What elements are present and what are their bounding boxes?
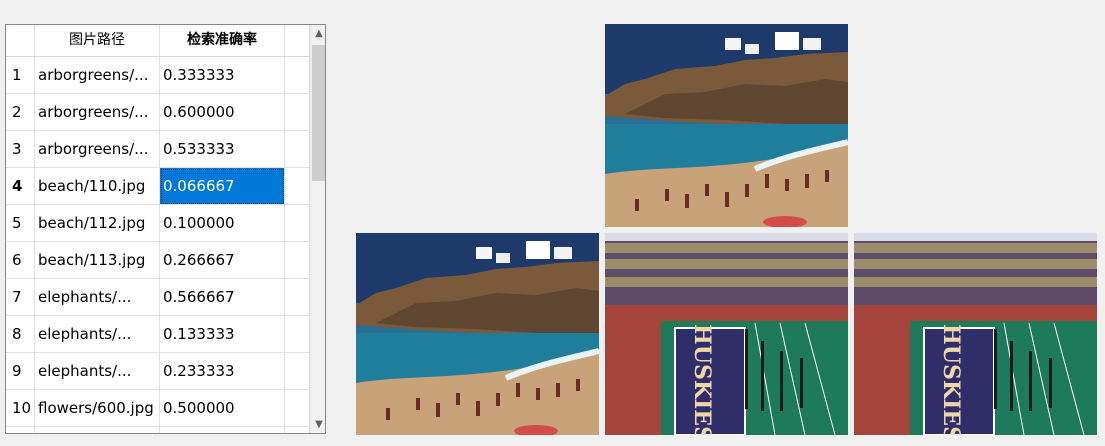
table-row[interactable]: [6, 427, 310, 433]
table-row[interactable]: 6 beach/113.jpg 0.266667: [6, 242, 310, 279]
scroll-up-icon[interactable]: ▲: [311, 25, 325, 42]
results-table[interactable]: 图片路径 检索准确率 1 arborgreens/... 0.333333 2 arbo…: [5, 24, 326, 434]
row-filler: [285, 427, 310, 433]
row-filler: [285, 94, 310, 131]
row-filler: [285, 390, 310, 427]
row-filler: [285, 168, 310, 205]
row-index[interactable]: 3: [6, 131, 35, 168]
accuracy-cell[interactable]: 0.066667: [160, 168, 285, 205]
row-filler: [285, 205, 310, 242]
table-row[interactable]: 3 arborgreens/... 0.533333: [6, 131, 310, 168]
accuracy-cell[interactable]: 0.566667: [160, 279, 285, 316]
table-row[interactable]: 4 beach/110.jpg 0.066667: [6, 168, 310, 205]
table-row[interactable]: 2 arborgreens/... 0.600000: [6, 94, 310, 131]
row-filler: [285, 57, 310, 94]
accuracy-cell[interactable]: 0.266667: [160, 242, 285, 279]
accuracy-cell[interactable]: 0.500000: [160, 390, 285, 427]
header-filler: [285, 25, 310, 56]
result-image-2: HUSKIES: [605, 233, 848, 435]
row-filler: [285, 353, 310, 390]
image-path-cell[interactable]: arborgreens/...: [35, 94, 160, 131]
accuracy-cell[interactable]: 0.233333: [160, 353, 285, 390]
scrollbar-thumb[interactable]: [312, 45, 325, 181]
table-row[interactable]: 7 elephants/... 0.566667: [6, 279, 310, 316]
header-accuracy[interactable]: 检索准确率: [160, 25, 285, 56]
image-path-cell[interactable]: beach/110.jpg: [35, 168, 160, 205]
accuracy-cell[interactable]: 0.133333: [160, 316, 285, 353]
accuracy-cell[interactable]: 0.600000: [160, 94, 285, 131]
row-index[interactable]: 4: [6, 168, 35, 205]
row-index[interactable]: 8: [6, 316, 35, 353]
table-row[interactable]: 1 arborgreens/... 0.333333: [6, 57, 310, 94]
row-index[interactable]: 7: [6, 279, 35, 316]
row-index[interactable]: 10: [6, 390, 35, 427]
scroll-down-icon[interactable]: ▼: [311, 416, 325, 433]
row-filler: [285, 131, 310, 168]
accuracy-cell[interactable]: [160, 427, 285, 433]
image-path-cell[interactable]: arborgreens/...: [35, 131, 160, 168]
result-image-1: [356, 233, 599, 435]
row-filler: [285, 279, 310, 316]
svg-text:HUSKIES: HUSKIES: [938, 324, 964, 435]
image-path-cell[interactable]: elephants/...: [35, 279, 160, 316]
accuracy-cell[interactable]: 0.100000: [160, 205, 285, 242]
row-index[interactable]: 6: [6, 242, 35, 279]
svg-text:HUSKIES: HUSKIES: [689, 324, 715, 435]
image-path-cell[interactable]: elephants/...: [35, 316, 160, 353]
image-path-cell[interactable]: beach/113.jpg: [35, 242, 160, 279]
table-row[interactable]: 9 elephants/... 0.233333: [6, 353, 310, 390]
row-filler: [285, 242, 310, 279]
row-index[interactable]: 5: [6, 205, 35, 242]
row-index[interactable]: [6, 427, 35, 433]
query-image: [605, 24, 848, 227]
image-path-cell[interactable]: elephants/...: [35, 353, 160, 390]
image-path-cell[interactable]: beach/112.jpg: [35, 205, 160, 242]
row-index[interactable]: 1: [6, 57, 35, 94]
vertical-scrollbar[interactable]: ▲ ▼: [310, 25, 325, 433]
table-row[interactable]: 10 flowers/600.jpg 0.500000: [6, 390, 310, 427]
table-row[interactable]: 8 elephants/... 0.133333: [6, 316, 310, 353]
image-path-cell[interactable]: arborgreens/...: [35, 57, 160, 94]
table-grid: 图片路径 检索准确率 1 arborgreens/... 0.333333 2 arbo…: [6, 25, 310, 433]
table-body: 1 arborgreens/... 0.333333 2 arborgreens/...…: [6, 57, 310, 433]
header-corner[interactable]: [6, 25, 35, 56]
accuracy-cell[interactable]: 0.333333: [160, 57, 285, 94]
result-image-3: HUSKIES: [854, 233, 1097, 435]
accuracy-cell[interactable]: 0.533333: [160, 131, 285, 168]
table-header: 图片路径 检索准确率: [6, 25, 310, 57]
row-index[interactable]: 9: [6, 353, 35, 390]
row-filler: [285, 316, 310, 353]
row-index[interactable]: 2: [6, 94, 35, 131]
image-path-cell[interactable]: flowers/600.jpg: [35, 390, 160, 427]
header-image-path[interactable]: 图片路径: [35, 25, 160, 56]
table-row[interactable]: 5 beach/112.jpg 0.100000: [6, 205, 310, 242]
image-path-cell[interactable]: [35, 427, 160, 433]
